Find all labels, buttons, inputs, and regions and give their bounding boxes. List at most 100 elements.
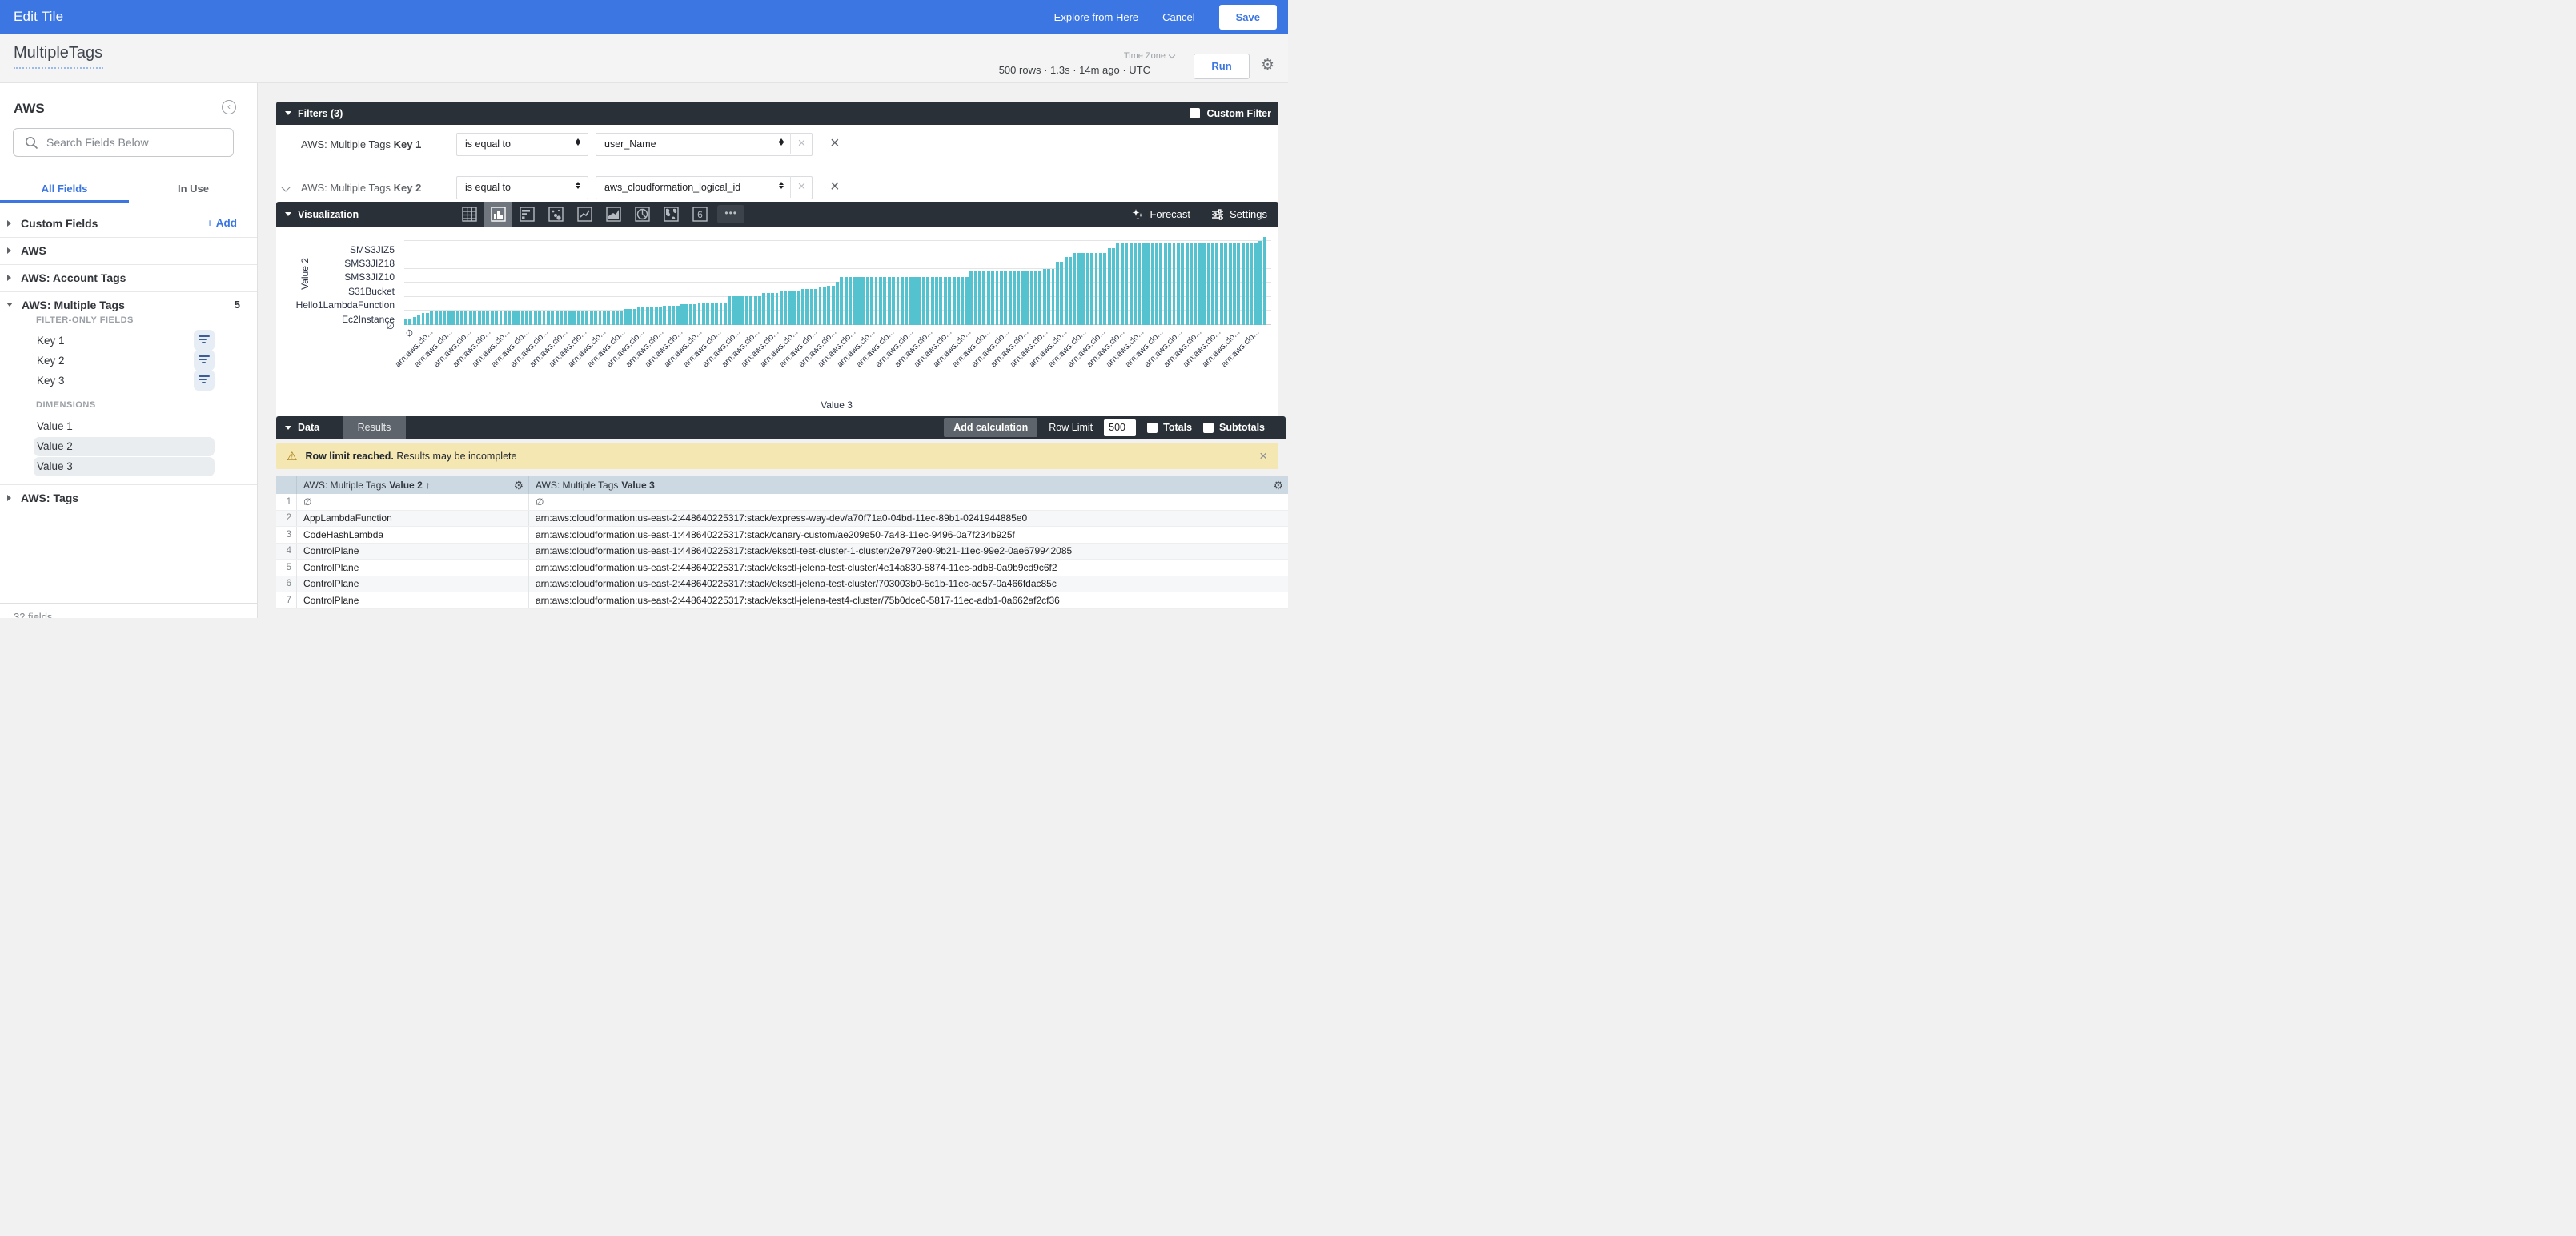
bar [1198,243,1202,325]
add-calculation-button[interactable]: Add calculation [944,418,1037,437]
bar [917,277,921,325]
bar [905,277,908,325]
bar [819,287,822,324]
select-arrows-icon [576,138,580,146]
chart-type-column-icon-selected[interactable] [484,202,512,227]
bar [897,277,900,325]
bar [1173,243,1176,325]
subtotals-label: Subtotals [1219,422,1265,433]
chart-type-scatter-icon[interactable] [541,202,570,227]
gear-icon[interactable]: ⚙ [1273,480,1283,491]
custom-filter-label: Custom Filter [1206,108,1271,119]
caret-down-icon[interactable] [285,111,291,115]
subtotals-checkbox[interactable] [1203,423,1214,433]
bar [426,313,429,325]
clear-value-icon[interactable]: × [790,133,813,154]
results-tab[interactable]: Results [343,416,406,439]
table-row: 1 ∅ ∅ [276,494,1288,511]
chart-type-map-icon[interactable] [656,202,685,227]
chart-type-table-icon[interactable] [455,202,484,227]
bar [482,311,485,324]
caret-down-icon[interactable] [285,212,291,216]
bar [1151,243,1154,325]
sliders-icon [1211,208,1224,221]
more-chart-types-icon[interactable]: ••• [717,205,744,223]
section-aws-multiple-tags[interactable]: AWS: Multiple Tags 5 [0,291,258,318]
column-header-value-2[interactable]: AWS: Multiple Tags Value 2↑ ⚙ [297,476,529,494]
chart-type-single-value-icon[interactable]: 6 [685,202,714,227]
bar [931,277,934,325]
bar [1073,253,1077,325]
chart-type-bar-icon[interactable] [512,202,541,227]
totals-checkbox[interactable] [1147,423,1158,433]
bar [577,311,580,324]
filters-header[interactable]: Filters (3) [298,108,343,119]
collapse-sidebar-button[interactable]: ‹ [222,100,236,114]
data-section-header: Data Results Add calculation Row Limit T… [276,416,1286,439]
row-limit-input[interactable] [1104,419,1136,436]
bar [978,271,981,324]
section-custom-fields[interactable]: Custom Fields + Add [0,210,258,236]
row-limit-warning-banner: ⚠ Row limit reached. Results may be inco… [276,443,1278,469]
filter-icon[interactable] [194,330,215,351]
bar [599,311,602,324]
save-button[interactable]: Save [1219,5,1277,30]
bar [1215,243,1218,325]
filter-operator-select[interactable]: is equal to [456,133,588,156]
bar [508,311,511,324]
bar [823,287,826,324]
custom-filter-checkbox[interactable] [1190,108,1200,118]
row-number-header [276,476,297,494]
table-row: 3 CodeHashLambda arn:aws:cloudformation:… [276,527,1288,544]
filter-icon[interactable] [194,370,215,391]
close-icon[interactable]: × [1259,448,1267,464]
section-aws-tags[interactable]: AWS: Tags [0,484,258,511]
time-zone-dropdown[interactable]: Time Zone [1124,51,1174,61]
gear-icon[interactable]: ⚙ [513,480,524,491]
bar [969,271,973,324]
bar [1138,243,1141,325]
bar [922,277,925,325]
bar [473,311,476,324]
tile-title-input[interactable]: MultipleTags [14,44,103,69]
bar [435,311,438,324]
chart-type-line-icon[interactable] [570,202,599,227]
bar [849,277,852,325]
run-button[interactable]: Run [1194,54,1250,79]
add-custom-field-button[interactable]: + Add [207,217,237,229]
bar [460,311,463,324]
caret-right-icon [7,220,11,227]
bar [1056,262,1059,324]
bar [672,306,675,325]
data-header-label[interactable]: Data [298,422,319,433]
tab-in-use[interactable]: In Use [129,178,258,202]
column-header-value-3[interactable]: AWS: Multiple Tags Value 3 ⚙ [529,476,1288,494]
explore-from-here-link[interactable]: Explore from Here [1054,11,1138,23]
bar [655,307,658,325]
visualization-header[interactable]: Visualization [298,209,359,220]
y-tick-label: ∅ [276,320,395,331]
cancel-button[interactable]: Cancel [1162,11,1194,23]
bar [810,289,813,324]
totals-label: Totals [1163,422,1192,433]
remove-filter-icon[interactable]: × [830,178,840,196]
chart-type-area-icon[interactable] [599,202,628,227]
filter-operator-select[interactable]: is equal to [456,176,588,199]
forecast-button[interactable]: Forecast [1131,208,1190,221]
clear-value-icon[interactable]: × [790,176,813,198]
caret-down-icon[interactable] [285,426,291,430]
filter-icon[interactable] [194,350,215,371]
section-aws[interactable]: AWS [0,237,258,263]
search-field[interactable] [13,128,234,157]
gear-icon[interactable]: ⚙ [1261,58,1274,73]
settings-button[interactable]: Settings [1211,208,1267,221]
bar [1254,243,1258,325]
bar [1242,243,1245,325]
section-aws-account-tags[interactable]: AWS: Account Tags [0,264,258,291]
chevron-down-icon[interactable] [281,183,290,191]
remove-filter-icon[interactable]: × [830,134,840,153]
search-input[interactable] [46,136,215,149]
chart-type-pie-icon[interactable] [628,202,656,227]
tab-all-fields[interactable]: All Fields [0,178,129,202]
bar [913,277,917,325]
